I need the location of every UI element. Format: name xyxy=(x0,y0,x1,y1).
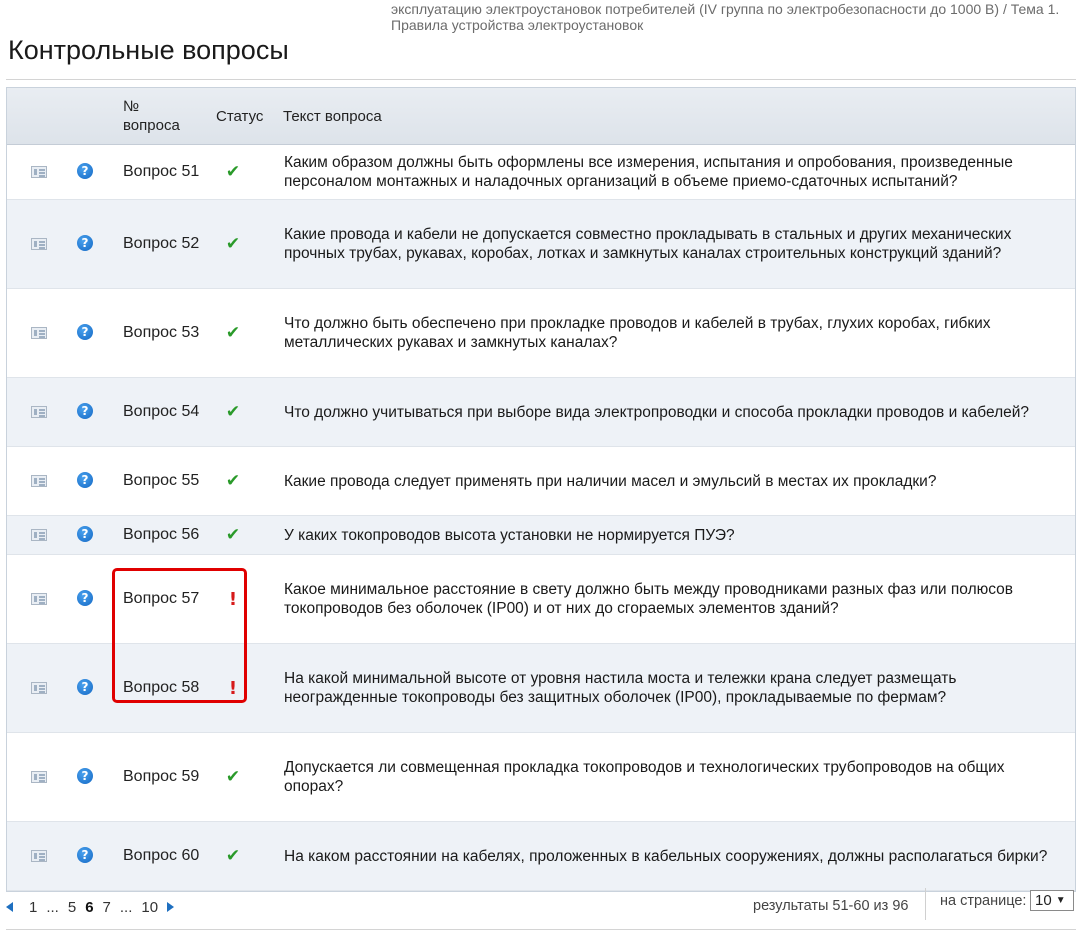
help-question-icon[interactable]: ? xyxy=(77,644,97,732)
question-text[interactable]: На какой минимальной высоте от уровня на… xyxy=(284,644,1054,732)
question-number[interactable]: Вопрос 59 xyxy=(123,733,213,821)
document-list-icon[interactable] xyxy=(31,733,51,821)
document-list-icon[interactable] xyxy=(31,289,51,377)
table-row[interactable]: ? Вопрос 59 ✔ Допускается ли совмещенная пр… xyxy=(7,733,1075,822)
bottom-divider xyxy=(6,929,1076,930)
help-question-icon[interactable]: ? xyxy=(77,555,97,643)
page-link-5[interactable]: 5 xyxy=(68,899,76,916)
triangle-left-icon[interactable] xyxy=(6,902,13,912)
results-count: результаты 51-60 из 96 xyxy=(753,898,909,914)
question-number[interactable]: Вопрос 51 xyxy=(123,145,213,199)
help-question-icon[interactable]: ? xyxy=(77,822,97,890)
per-page-value: 10 xyxy=(1035,892,1052,909)
table-row[interactable]: ? Вопрос 53 ✔ Что должно быть обеспечено пр… xyxy=(7,289,1075,378)
table-row[interactable]: ? Вопрос 55 ✔ Какие провода следует применя… xyxy=(7,447,1075,516)
document-list-icon[interactable] xyxy=(31,200,51,288)
question-text[interactable]: Что должно учитываться при выборе вида э… xyxy=(284,378,1054,446)
page-ellipsis: ... xyxy=(119,898,133,916)
column-header-number[interactable]: № вопроса xyxy=(123,97,193,135)
chevron-down-icon: ▼ xyxy=(1055,895,1066,906)
check-icon: ✔ xyxy=(225,234,241,254)
check-icon: ✔ xyxy=(225,402,241,422)
pagination: 1... 5 6 7... 10 xyxy=(6,895,175,919)
question-text[interactable]: Каким образом должны быть оформлены все … xyxy=(284,145,1054,199)
help-question-icon[interactable]: ? xyxy=(77,516,97,554)
title-divider xyxy=(6,79,1076,80)
help-question-icon[interactable]: ? xyxy=(77,447,97,515)
question-number[interactable]: Вопрос 56 xyxy=(123,516,213,554)
question-text[interactable]: Какие провода и кабели не допускается со… xyxy=(284,200,1054,288)
table-row[interactable]: ? Вопрос 51 ✔ Каким образом должны быть офо… xyxy=(7,145,1075,200)
question-number[interactable]: Вопрос 55 xyxy=(123,447,213,515)
help-question-icon[interactable]: ? xyxy=(77,200,97,288)
check-icon: ✔ xyxy=(225,471,241,491)
table-row[interactable]: ? Вопрос 52 ✔ Какие провода и кабели не доп… xyxy=(7,200,1075,289)
pager-divider xyxy=(925,888,926,920)
check-icon: ✔ xyxy=(225,846,241,866)
help-question-icon[interactable]: ? xyxy=(77,145,97,199)
question-text[interactable]: У каких токопроводов высота установки не… xyxy=(284,516,1054,554)
document-list-icon[interactable] xyxy=(31,516,51,554)
table-row[interactable]: ? Вопрос 58! На какой минимальной высоте о… xyxy=(7,644,1075,733)
table-row[interactable]: ? Вопрос 60 ✔ На каком расстоянии на кабеля… xyxy=(7,822,1075,891)
page-link-6[interactable]: 6 xyxy=(85,899,93,916)
page-links: 1... 5 6 7... 10 xyxy=(29,899,167,916)
question-number[interactable]: Вопрос 53 xyxy=(123,289,213,377)
table-row[interactable]: ? Вопрос 57! Какое минимальное расстояние … xyxy=(7,555,1075,644)
breadcrumb[interactable]: эксплуатацию электроустановок потребител… xyxy=(391,1,1076,33)
help-question-icon[interactable]: ? xyxy=(77,733,97,821)
question-text[interactable]: Какие провода следует применять при нали… xyxy=(284,447,1054,515)
document-list-icon[interactable] xyxy=(31,822,51,890)
table-body: ? Вопрос 51 ✔ Каким образом должны быть офо… xyxy=(7,145,1075,891)
question-text[interactable]: На каком расстоянии на кабелях, проложен… xyxy=(284,822,1054,890)
table-header: № вопроса Статус Текст вопроса xyxy=(7,88,1075,145)
document-list-icon[interactable] xyxy=(31,447,51,515)
question-number[interactable]: Вопрос 54 xyxy=(123,378,213,446)
page-link-1[interactable]: 1 xyxy=(29,899,37,916)
page-link-10[interactable]: 10 xyxy=(141,899,158,916)
table-row[interactable]: ? Вопрос 54 ✔ Что должно учитываться при вы… xyxy=(7,378,1075,447)
document-list-icon[interactable] xyxy=(31,555,51,643)
column-header-text[interactable]: Текст вопроса xyxy=(283,107,382,126)
help-question-icon[interactable]: ? xyxy=(77,378,97,446)
question-number[interactable]: Вопрос 57 xyxy=(123,555,213,643)
check-icon: ✔ xyxy=(225,323,241,343)
help-question-icon[interactable]: ? xyxy=(77,289,97,377)
per-page-label: на странице: xyxy=(940,893,1027,909)
question-text[interactable]: Какое минимальное расстояние в свету дол… xyxy=(284,555,1054,643)
per-page-select[interactable]: 10 ▼ xyxy=(1030,890,1074,911)
questions-table: № вопроса Статус Текст вопроса ? Вопрос 5… xyxy=(6,87,1076,892)
page-title: Контрольные вопросы xyxy=(8,35,289,65)
check-icon: ✔ xyxy=(225,525,241,545)
page-link-7[interactable]: 7 xyxy=(103,899,111,916)
triangle-right-icon[interactable] xyxy=(167,902,175,912)
column-header-status[interactable]: Статус xyxy=(216,107,263,126)
exclamation-icon: ! xyxy=(228,677,238,699)
question-number[interactable]: Вопрос 58 xyxy=(123,644,213,732)
document-list-icon[interactable] xyxy=(31,644,51,732)
question-number[interactable]: Вопрос 60 xyxy=(123,822,213,890)
document-list-icon[interactable] xyxy=(31,145,51,199)
question-number[interactable]: Вопрос 52 xyxy=(123,200,213,288)
table-row[interactable]: ? Вопрос 56 ✔ У каких токопроводов высота у… xyxy=(7,516,1075,555)
check-icon: ✔ xyxy=(225,767,241,787)
question-text[interactable]: Что должно быть обеспечено при прокладке… xyxy=(284,289,1054,377)
exclamation-icon: ! xyxy=(228,588,238,610)
check-icon: ✔ xyxy=(225,162,241,182)
question-text[interactable]: Допускается ли совмещенная прокладка ток… xyxy=(284,733,1054,821)
page-ellipsis: ... xyxy=(46,898,59,916)
document-list-icon[interactable] xyxy=(31,378,51,446)
